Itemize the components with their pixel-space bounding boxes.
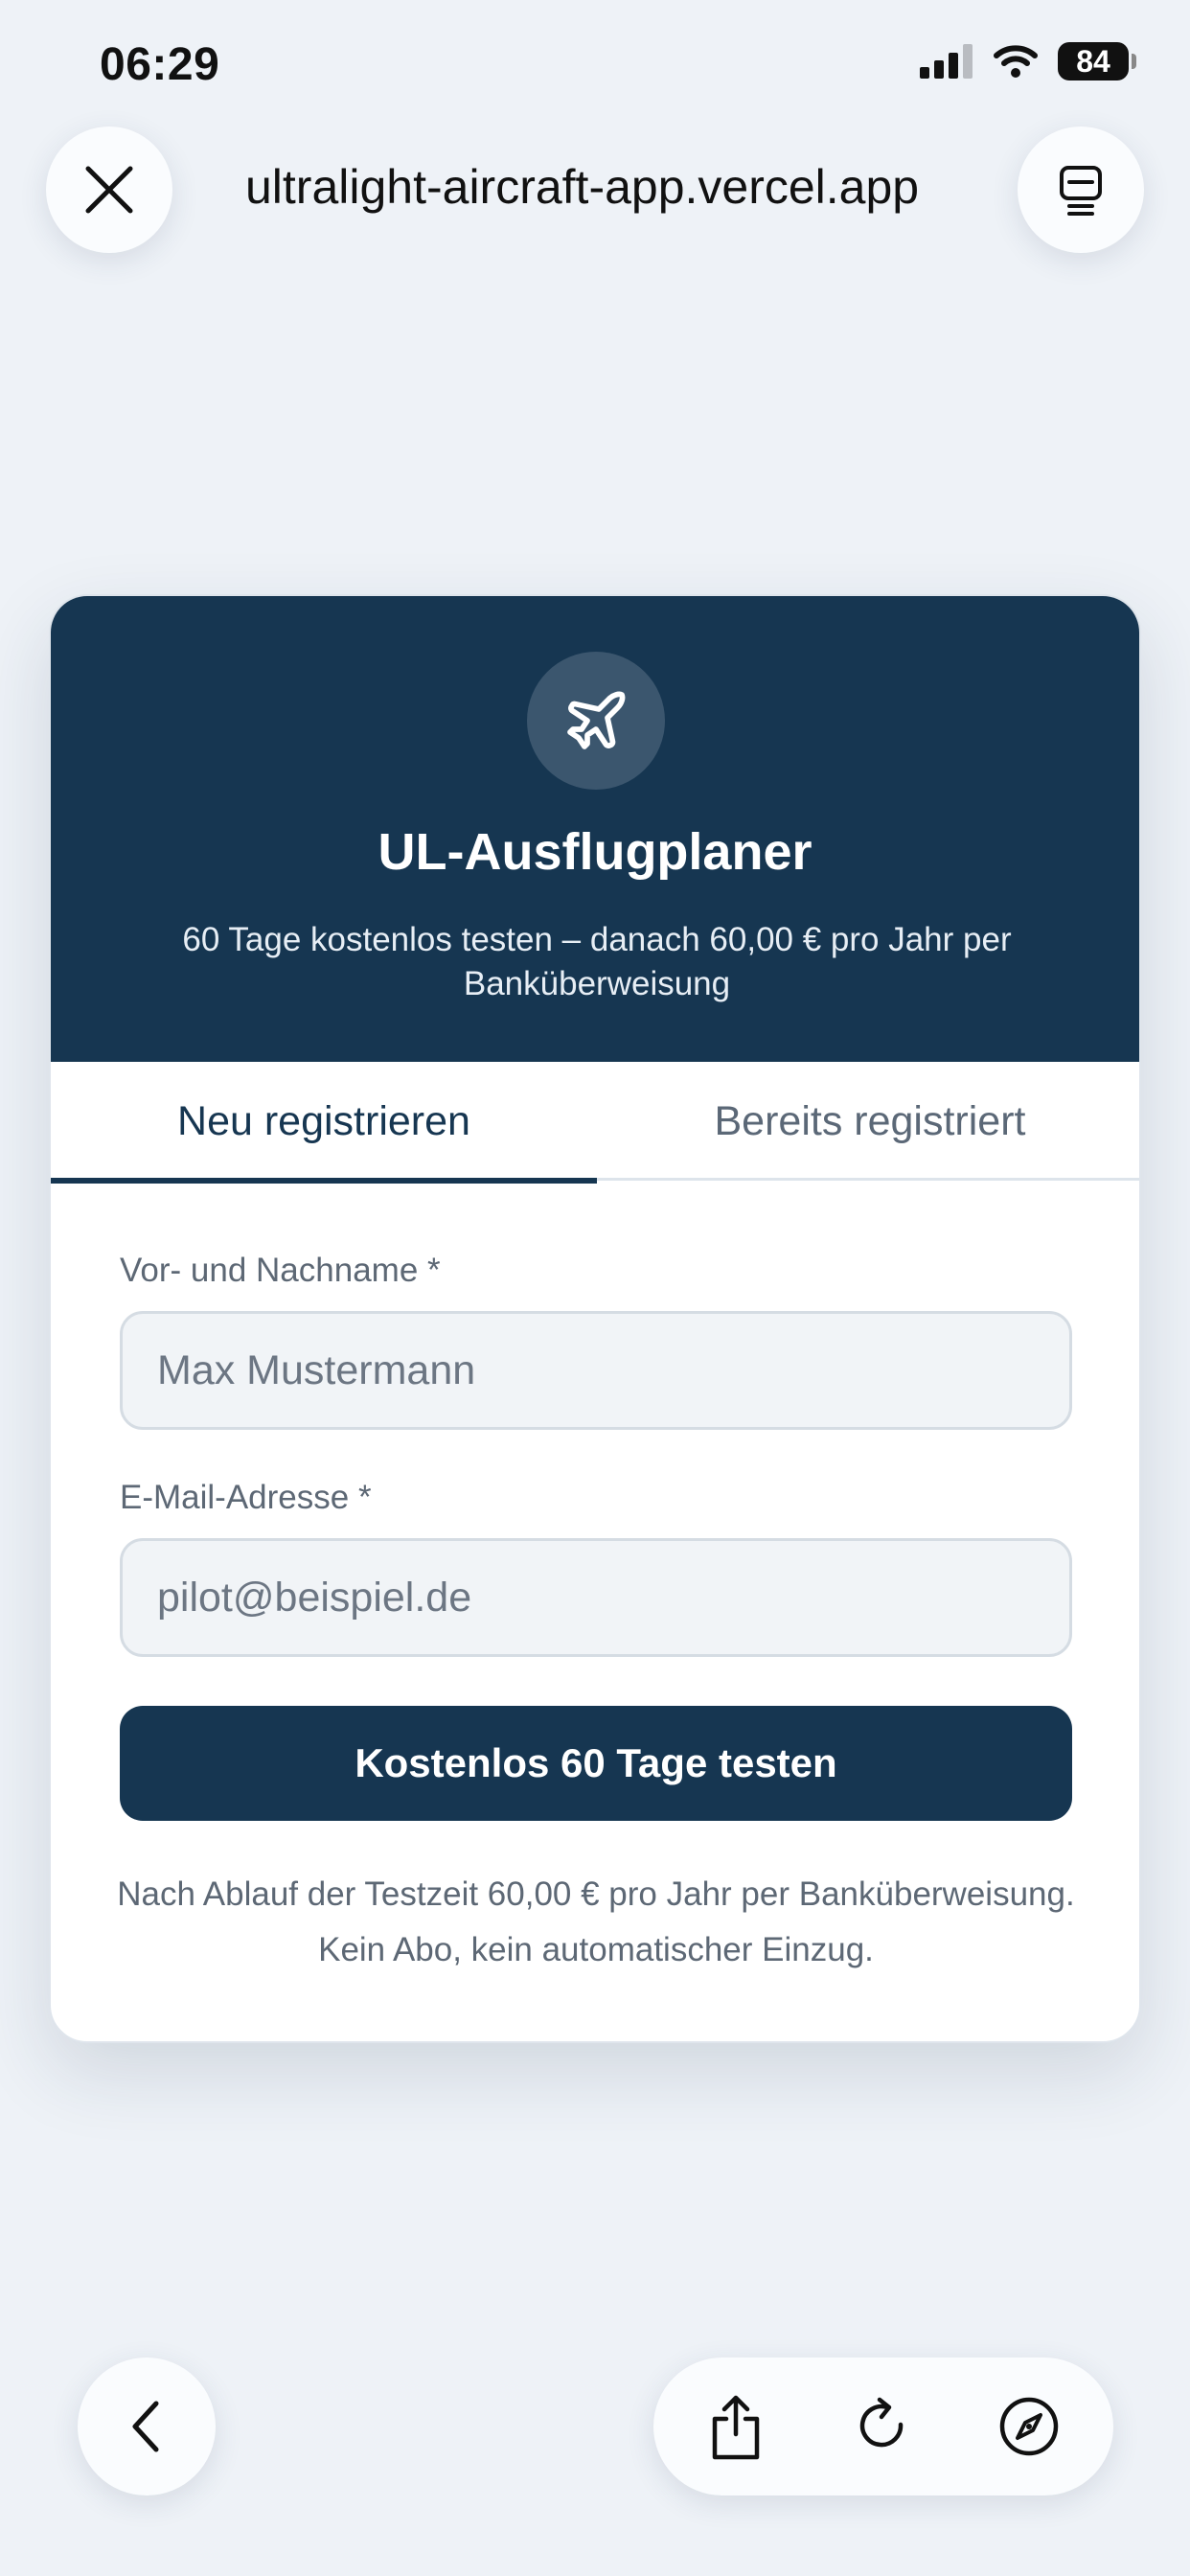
compass-icon (999, 2397, 1059, 2456)
auth-tabs: Neu registrieren Bereits registriert (51, 1062, 1139, 1184)
signal-icon (920, 44, 973, 79)
registration-card: UL-Ausflugplaner 60 Tage kostenlos teste… (49, 594, 1141, 2043)
name-label: Vor- und Nachname * (120, 1252, 441, 1289)
battery-level: 84 (1076, 43, 1110, 79)
browser-top-bar: ultralight-aircraft-app.vercel.app (0, 115, 1190, 268)
chevron-left-icon (132, 2401, 159, 2452)
close-icon (85, 166, 133, 214)
tabs-button[interactable] (1018, 126, 1144, 253)
app-logo (527, 652, 665, 790)
share-button[interactable] (698, 2388, 774, 2465)
compass-button[interactable] (991, 2388, 1067, 2465)
url-bar[interactable]: ultralight-aircraft-app.vercel.app (245, 159, 1012, 215)
back-button[interactable] (78, 2358, 216, 2496)
name-input[interactable] (120, 1311, 1072, 1430)
browser-toolbar (653, 2358, 1113, 2496)
tabs-icon (1060, 166, 1102, 216)
wifi-icon (994, 45, 1038, 78)
start-trial-button[interactable]: Kostenlos 60 Tage testen (120, 1706, 1072, 1821)
pricing-note: Nach Ablauf der Testzeit 60,00 € pro Jah… (117, 1875, 1075, 1968)
card-header: UL-Ausflugplaner 60 Tage kostenlos teste… (51, 596, 1139, 1062)
email-label: E-Mail-Adresse * (120, 1479, 372, 1516)
email-input[interactable] (120, 1538, 1072, 1657)
airplane-icon (567, 691, 626, 749)
status-time: 06:29 (100, 39, 220, 90)
share-icon (712, 2395, 760, 2460)
battery-icon: 84 (1058, 42, 1136, 80)
tab-register[interactable]: Neu registrieren (51, 1062, 597, 1184)
app-subtitle: 60 Tage kostenlos testen – danach 60,00 … (182, 921, 1012, 1002)
reload-button[interactable] (845, 2388, 922, 2465)
status-indicators: 84 (920, 42, 1136, 80)
close-button[interactable] (46, 126, 172, 253)
reload-icon (859, 2397, 904, 2448)
tab-already-registered[interactable]: Bereits registriert (597, 1062, 1139, 1181)
app-title: UL-Ausflugplaner (378, 823, 812, 881)
